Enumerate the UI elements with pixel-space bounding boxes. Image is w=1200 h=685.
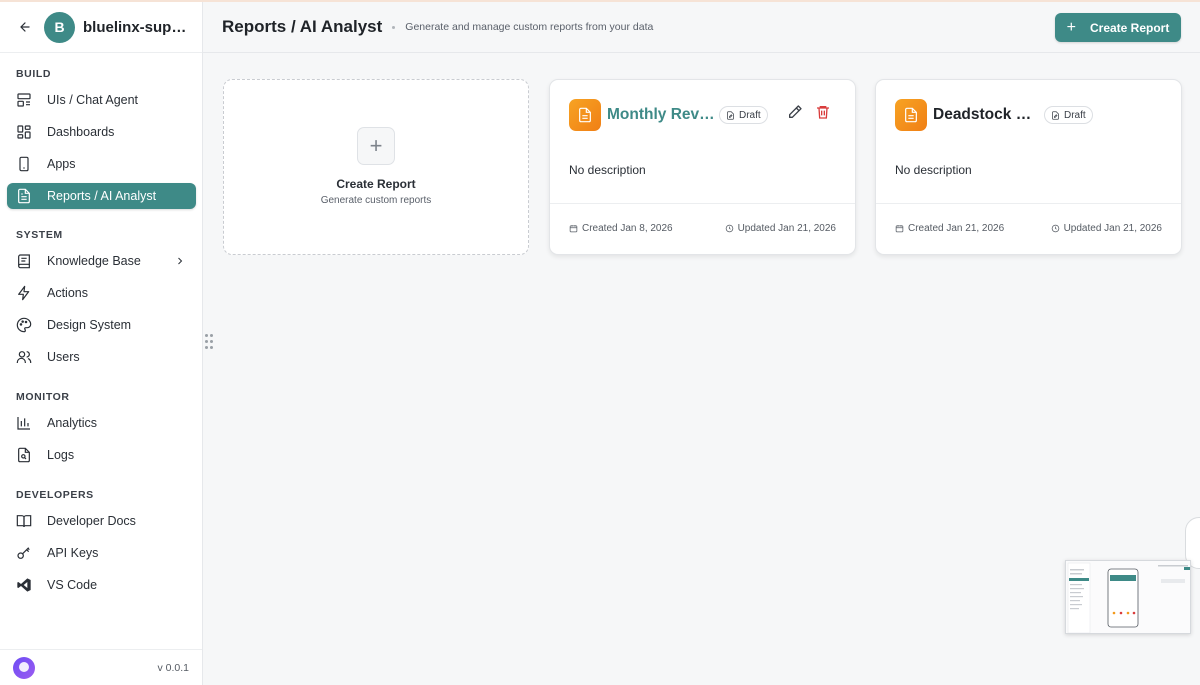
sidebar-item-label: Actions xyxy=(47,286,88,300)
draft-icon xyxy=(1052,110,1059,120)
status-badge: Draft xyxy=(1044,106,1093,124)
sidebar-header: B bluelinx-super... xyxy=(0,2,202,53)
section-label-developers: DEVELOPERS xyxy=(16,489,94,501)
status-badge: Draft xyxy=(719,106,768,124)
book-icon xyxy=(18,254,30,269)
report-description: No description xyxy=(569,163,646,177)
report-document-icon xyxy=(569,99,601,131)
plus-icon: + xyxy=(1066,18,1076,36)
updated-date-label: Updated Jan 21, 2026 xyxy=(737,223,836,234)
create-report-label: Create Report xyxy=(1089,20,1170,35)
created-date: Created Jan 21, 2026 xyxy=(895,223,1004,234)
card-divider xyxy=(876,203,1181,204)
create-report-button[interactable]: + Create Report xyxy=(1055,13,1181,42)
file-search-icon xyxy=(18,447,30,463)
org-avatar[interactable]: B xyxy=(44,11,75,43)
draft-icon xyxy=(727,110,734,120)
report-document-icon xyxy=(895,99,927,131)
version-label: v 0.0.1 xyxy=(157,661,189,674)
sidebar-item-actions[interactable]: Actions xyxy=(7,280,196,306)
sidebar-item-users[interactable]: Users xyxy=(7,344,196,370)
card-divider xyxy=(550,203,855,204)
updated-date: Updated Jan 21, 2026 xyxy=(725,223,836,234)
org-name[interactable]: bluelinx-super... xyxy=(83,19,193,36)
report-title[interactable]: Deadstock Re... xyxy=(933,106,1041,124)
created-date-label: Created Jan 21, 2026 xyxy=(908,223,1005,234)
section-label-monitor: MONITOR xyxy=(16,391,70,403)
report-card[interactable]: Monthly Reve... Draft No description Cre… xyxy=(549,79,856,255)
clock-icon xyxy=(1051,224,1059,233)
sidebar-resize-handle[interactable] xyxy=(205,334,213,350)
report-description: No description xyxy=(895,163,972,177)
layout-icon xyxy=(17,93,31,107)
sidebar-item-label: Users xyxy=(47,350,80,364)
report-title[interactable]: Monthly Reve... xyxy=(607,106,715,124)
report-card[interactable]: Deadstock Re... Draft No description Cre… xyxy=(875,79,1182,255)
updated-date-label: Updated Jan 21, 2026 xyxy=(1063,223,1162,234)
preview-thumbnail[interactable] xyxy=(1065,560,1191,634)
sidebar-footer: v 0.0.1 xyxy=(0,649,202,685)
sidebar-item-label: Developer Docs xyxy=(47,514,136,528)
user-avatar[interactable] xyxy=(13,656,35,679)
page-title: Reports / AI Analyst xyxy=(222,17,383,36)
sidebar-item-uis-chat-agent[interactable]: UIs / Chat Agent xyxy=(7,87,196,113)
sidebar: B bluelinx-super... BUILD UIs / Chat Age… xyxy=(0,2,203,685)
key-icon xyxy=(17,547,30,559)
sidebar-item-label: VS Code xyxy=(47,578,98,592)
palette-icon xyxy=(16,317,32,333)
calendar-icon xyxy=(569,225,578,233)
sidebar-item-label: Dashboards xyxy=(47,125,115,139)
updated-date: Updated Jan 21, 2026 xyxy=(1051,223,1162,234)
create-report-card-subtitle: Generate custom reports xyxy=(320,195,432,206)
sidebar-item-label: Knowledge Base xyxy=(47,254,141,268)
sidebar-item-reports[interactable]: Reports / AI Analyst xyxy=(7,183,196,209)
sidebar-item-label: UIs / Chat Agent xyxy=(47,93,139,107)
delete-trash-icon[interactable] xyxy=(815,104,831,120)
sidebar-item-label: Apps xyxy=(47,157,76,171)
sidebar-item-label: Design System xyxy=(47,318,132,332)
edit-pencil-icon[interactable] xyxy=(787,104,803,120)
create-report-card[interactable]: + Create Report Generate custom reports xyxy=(223,79,529,255)
page-header: Reports / AI Analyst Generate and manage… xyxy=(203,2,1200,53)
created-date: Created Jan 8, 2026 xyxy=(569,223,673,234)
sidebar-item-label: Reports / AI Analyst xyxy=(47,189,157,203)
clock-icon xyxy=(725,224,733,233)
sidebar-item-analytics[interactable]: Analytics xyxy=(7,410,196,436)
sidebar-item-vs-code[interactable]: VS Code xyxy=(7,572,196,598)
sidebar-item-label: Logs xyxy=(47,448,75,462)
plus-icon: + xyxy=(357,127,395,165)
section-label-build: BUILD xyxy=(16,68,52,80)
sidebar-item-apps[interactable]: Apps xyxy=(7,151,196,177)
sidebar-item-design-system[interactable]: Design System xyxy=(7,312,196,338)
sidebar-item-knowledge-base[interactable]: Knowledge Base xyxy=(7,248,196,274)
dashboard-icon xyxy=(17,125,31,139)
bar-chart-icon xyxy=(17,417,30,430)
open-book-icon xyxy=(16,515,32,528)
sidebar-item-label: Analytics xyxy=(47,416,98,430)
sidebar-item-logs[interactable]: Logs xyxy=(7,442,196,468)
lightning-icon xyxy=(18,285,30,301)
title-separator xyxy=(392,25,396,29)
vscode-icon xyxy=(17,578,31,592)
created-date-label: Created Jan 8, 2026 xyxy=(582,223,673,234)
status-badge-label: Draft xyxy=(739,109,761,121)
sidebar-item-label: API Keys xyxy=(47,546,99,560)
sidebar-item-api-keys[interactable]: API Keys xyxy=(7,540,196,566)
chevron-right-icon[interactable] xyxy=(174,255,186,267)
report-icon xyxy=(18,188,30,204)
sidebar-item-dashboards[interactable]: Dashboards xyxy=(7,119,196,145)
create-report-card-title: Create Report xyxy=(336,177,416,191)
page-subtitle: Generate and manage custom reports from … xyxy=(405,21,654,33)
users-icon xyxy=(16,351,32,363)
phone-icon xyxy=(19,156,29,172)
section-label-system: SYSTEM xyxy=(16,229,63,241)
status-badge-label: Draft xyxy=(1064,109,1086,121)
thumbnail-preview-image xyxy=(1066,561,1190,633)
calendar-icon xyxy=(895,225,904,233)
back-arrow-icon[interactable] xyxy=(14,16,36,38)
sidebar-item-developer-docs[interactable]: Developer Docs xyxy=(7,508,196,534)
